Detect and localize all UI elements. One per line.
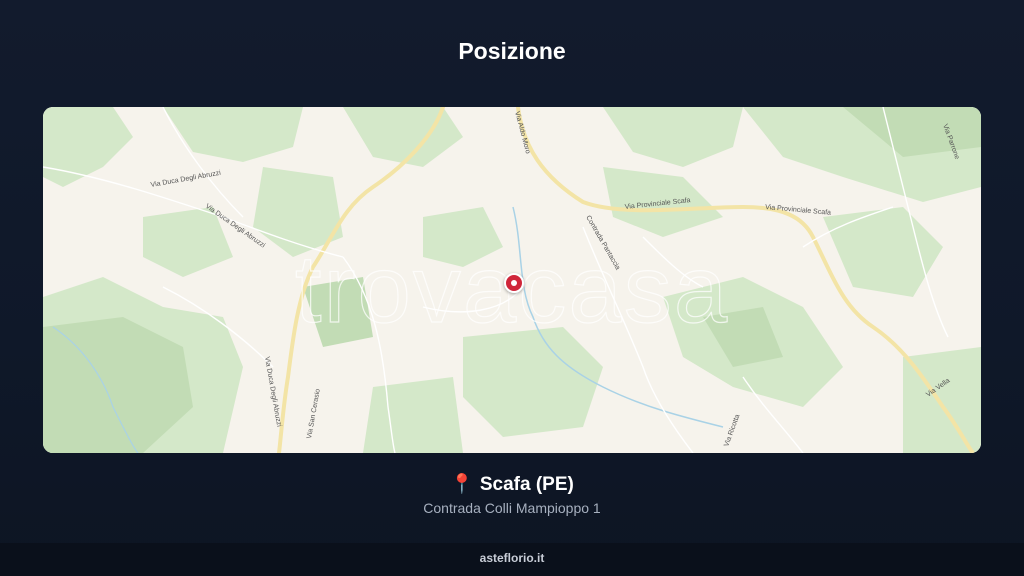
location-title: 📍 Scafa (PE) — [0, 472, 1024, 496]
map-marker-icon[interactable] — [504, 273, 524, 293]
footer-site-link[interactable]: asteflorio.it — [480, 551, 545, 565]
page-title: Posizione — [458, 38, 566, 64]
map-view[interactable]: Via Duca Degli Abruzzi Via Duca Degli Ab… — [43, 107, 981, 453]
footer: asteflorio.it — [0, 543, 1024, 576]
pin-icon: 📍 — [450, 474, 474, 495]
location-address: Contrada Colli Mampioppo 1 — [423, 500, 601, 516]
location-name: Scafa (PE) — [479, 474, 574, 495]
